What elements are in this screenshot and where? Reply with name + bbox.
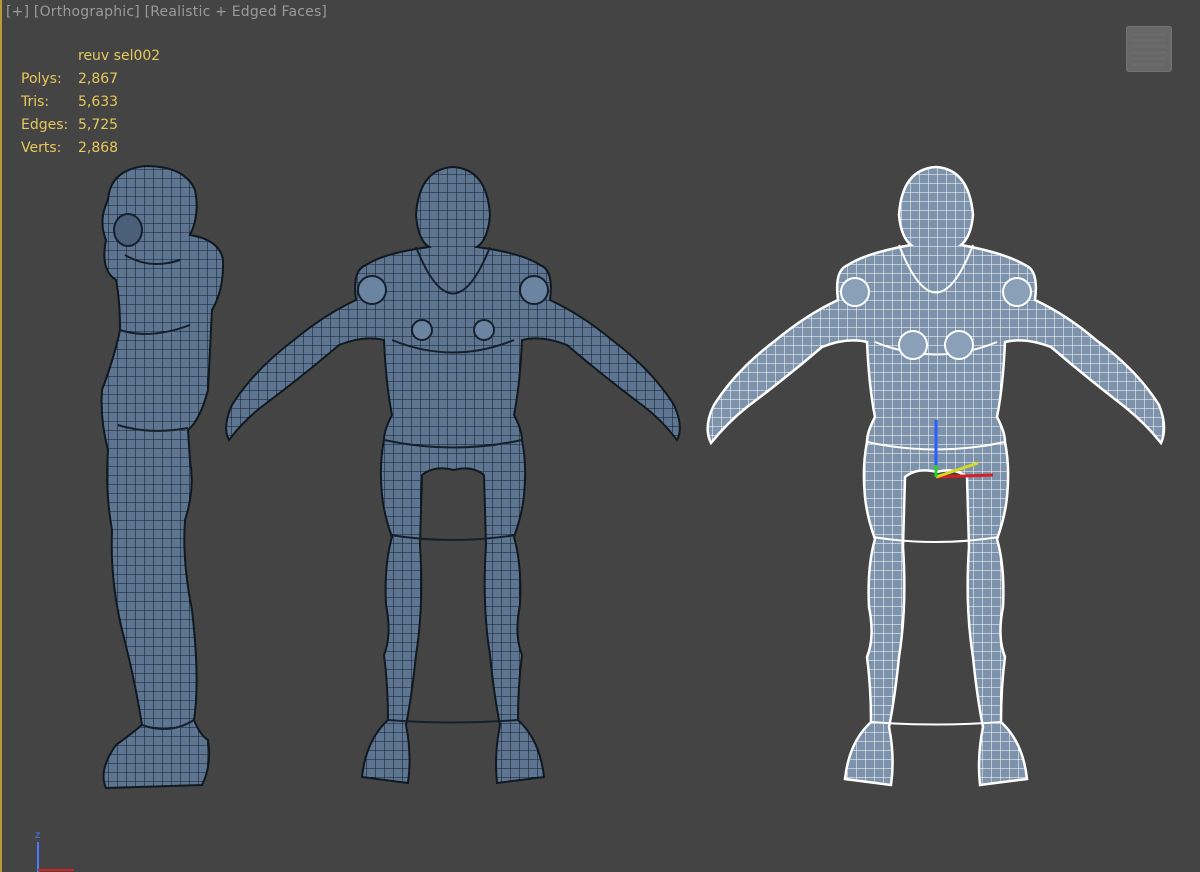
stat-row-tris: Tris: 5,633 — [21, 91, 160, 114]
stat-label: Tris: — [21, 94, 50, 110]
stat-value: 2,867 — [78, 71, 119, 87]
viewport-view-menu[interactable]: [Orthographic] — [34, 4, 140, 20]
stat-row-edges: Edges: 5,725 — [21, 114, 160, 137]
statistics-overlay: reuv sel002 Polys: 2,867 Tris: 5,633 Edg… — [21, 45, 160, 160]
selection-name: reuv sel002 — [78, 48, 161, 64]
viewcube-icon[interactable] — [1126, 26, 1172, 72]
stat-value: 5,633 — [78, 94, 119, 110]
viewport-menu-plus[interactable]: [+] — [6, 4, 29, 20]
character-mesh-side-view[interactable] — [90, 160, 240, 800]
stat-label: Polys: — [21, 71, 62, 87]
stat-row-polys: Polys: 2,867 — [21, 68, 160, 91]
stat-row-verts: Verts: 2,868 — [21, 137, 160, 160]
stat-label: Edges: — [21, 117, 69, 133]
active-viewport-border — [0, 0, 2, 872]
stat-value: 2,868 — [78, 140, 119, 156]
stat-value: 5,725 — [78, 117, 119, 133]
axis-z-label: z — [35, 830, 40, 841]
perspective-viewport[interactable]: [+] [Orthographic] [Realistic + Edged Fa… — [0, 0, 1200, 872]
viewport-label: [+] [Orthographic] [Realistic + Edged Fa… — [6, 4, 327, 20]
stat-label: Verts: — [21, 140, 62, 156]
axis-tripod-icon: z — [35, 830, 74, 872]
character-wireframe-view[interactable] — [703, 165, 1168, 795]
character-mesh-front-view[interactable] — [222, 165, 684, 795]
viewport-shading-menu[interactable]: [Realistic + Edged Faces] — [145, 4, 328, 20]
